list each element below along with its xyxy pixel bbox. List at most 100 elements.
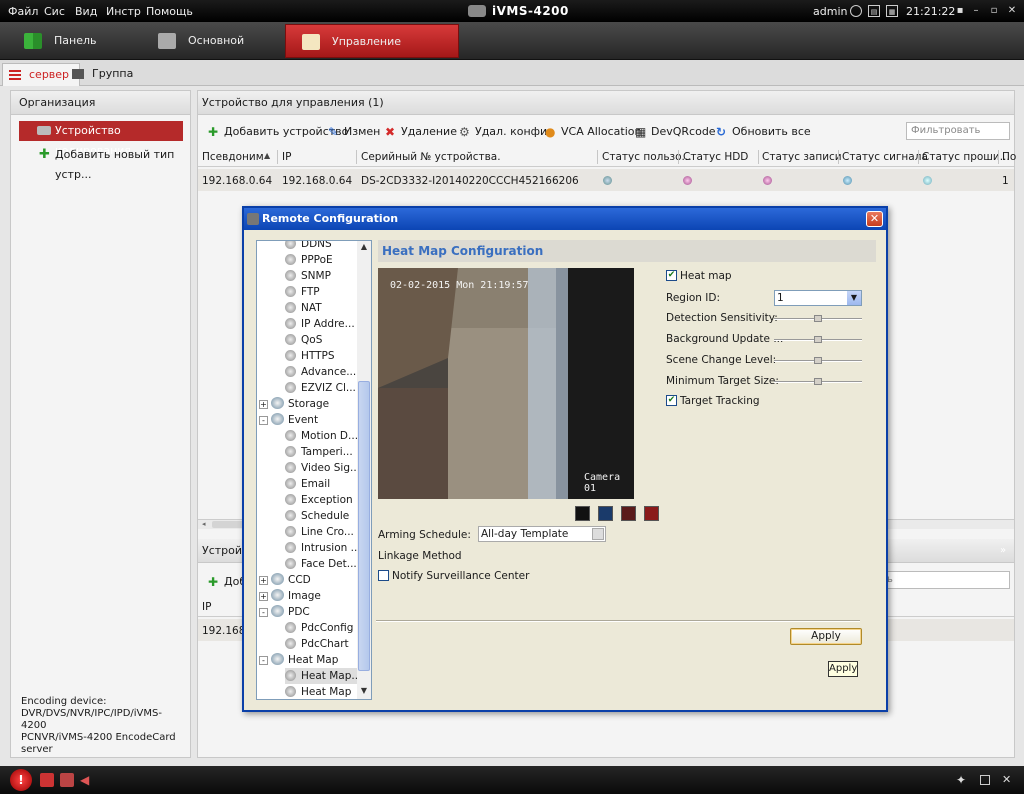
tree-scroll-thumb[interactable] — [358, 381, 370, 671]
expand-icon[interactable]: + — [259, 576, 268, 585]
collapse-icon[interactable]: - — [259, 656, 268, 665]
chevron-down-icon[interactable]: ▼ — [847, 291, 861, 305]
delete-button[interactable]: ✖ Удаление — [385, 124, 457, 140]
tab-group[interactable]: Группа — [66, 63, 143, 86]
min-target-size-slider[interactable] — [774, 378, 862, 385]
menu-view[interactable]: Вид — [75, 5, 97, 18]
scene-change-slider[interactable] — [774, 357, 862, 364]
tree-item[interactable]: NAT — [285, 300, 322, 316]
dev-qrcode-button[interactable]: ▦ DevQRcode — [635, 124, 716, 140]
slider-handle[interactable] — [814, 336, 822, 343]
notify-center-checkbox[interactable] — [378, 570, 389, 581]
close-app-icon[interactable]: ✕ — [1006, 5, 1018, 17]
vca-allocation-button[interactable]: ● VCA Allocation — [545, 124, 641, 140]
tree-item[interactable]: PdcConfig — [285, 620, 353, 636]
col-firmware-status[interactable]: Статус проши... — [922, 151, 1010, 163]
tree-item[interactable]: Advance... — [285, 364, 356, 380]
menu-system[interactable]: Сис — [44, 5, 65, 18]
delete-area-icon[interactable] — [644, 506, 659, 521]
fullscreen-icon[interactable]: ✕ — [1002, 773, 1016, 787]
tree-item[interactable]: IP Addre... — [285, 316, 355, 332]
tree-item[interactable]: PPPoE — [285, 252, 333, 268]
col-record-status[interactable]: Статус записи — [762, 151, 842, 163]
tree-item[interactable]: DDNS — [285, 241, 332, 252]
tree-item[interactable]: Heat Map — [285, 684, 351, 699]
tree-item[interactable]: - Event — [259, 412, 318, 428]
tree-item[interactable]: + Storage — [259, 396, 329, 412]
tree-item[interactable]: Motion D... — [285, 428, 358, 444]
tree-item[interactable]: Face Det... — [285, 556, 357, 572]
tab-main-view[interactable]: Основной ракурс — [136, 24, 282, 81]
col-signal-status[interactable]: Статус сигнала — [842, 151, 928, 163]
region-id-select[interactable]: 1 ▼ — [774, 290, 862, 306]
heat-map-checkbox[interactable]: ✔ — [666, 270, 677, 281]
lower-col-ip[interactable]: IP — [202, 601, 211, 613]
collapse-icon[interactable]: - — [259, 416, 268, 425]
remote-config-button[interactable]: ⚙ Удал. конфиг — [459, 124, 553, 140]
tree-scrollbar[interactable]: ▲ ▼ — [357, 241, 371, 699]
expand-icon[interactable]: + — [259, 400, 268, 409]
restore-icon[interactable]: ▫ — [988, 5, 1000, 17]
speaker-mute-icon[interactable]: ◀ — [80, 773, 94, 787]
tree-item[interactable]: HTTPS — [285, 348, 335, 364]
detection-sensitivity-slider[interactable] — [774, 315, 862, 322]
tree-item[interactable]: Schedule — [285, 508, 349, 524]
close-icon[interactable]: ✕ — [866, 211, 883, 227]
window-icon[interactable] — [980, 775, 990, 785]
collapse-icon[interactable]: - — [259, 608, 268, 617]
menu-tools[interactable]: Инстр — [106, 5, 141, 18]
col-extra[interactable]: По — [1002, 151, 1016, 163]
tree-item[interactable]: Tamperi... — [285, 444, 353, 460]
slider-handle[interactable] — [814, 378, 822, 385]
select-icon[interactable] — [598, 506, 613, 521]
col-hdd-status[interactable]: Статус HDD — [683, 151, 748, 163]
alarm-sound-icon[interactable] — [40, 773, 54, 787]
col-alias[interactable]: Псевдоним — [202, 151, 264, 163]
tab-control-panel[interactable]: Панель управл — [2, 24, 132, 81]
background-update-slider[interactable] — [774, 336, 862, 343]
apply-button[interactable]: Apply — [790, 628, 862, 645]
tree-item[interactable]: Line Cro... — [285, 524, 354, 540]
tree-item[interactable]: Heat Map... — [285, 668, 361, 684]
tree-item[interactable]: - PDC — [259, 604, 310, 620]
tab-device-management[interactable]: Управление устройством — [285, 24, 459, 82]
draw-area-icon[interactable] — [575, 506, 590, 521]
tree-item[interactable]: Video Sig... — [285, 460, 360, 476]
scroll-down-icon[interactable]: ▼ — [358, 685, 370, 697]
dropdown-icon[interactable] — [592, 528, 604, 540]
lower-filter-input[interactable]: ать — [870, 571, 1010, 589]
tree-item[interactable]: Email — [285, 476, 330, 492]
tree-item[interactable]: QoS — [285, 332, 322, 348]
tree-item[interactable]: Intrusion ... — [285, 540, 361, 556]
menu-help[interactable]: Помощь — [146, 5, 193, 18]
video-preview[interactable]: 02-02-2015 Mon 21:19:57 Camera 01 — [378, 268, 634, 499]
expand-icon[interactable]: + — [259, 592, 268, 601]
current-user[interactable]: admin — [813, 5, 847, 18]
sort-asc-icon[interactable]: ▲ — [264, 151, 270, 160]
pin-icon[interactable]: ✦ — [956, 773, 970, 787]
dialog-title-bar[interactable]: Remote Configuration — [244, 208, 886, 230]
device-filter-input[interactable]: Фильтровать — [906, 122, 1010, 140]
lock-icon[interactable]: ▪ — [954, 5, 966, 17]
target-tracking-checkbox[interactable]: ✔ — [666, 395, 677, 406]
arming-schedule-select[interactable]: All-day Template — [478, 526, 606, 542]
alarm-icon[interactable]: ! — [10, 769, 32, 791]
tree-item[interactable]: PdcChart — [285, 636, 349, 652]
add-device-type-item[interactable]: ✚ Добавить новый тип устр... — [19, 145, 183, 181]
scroll-up-icon[interactable]: ▲ — [358, 241, 370, 253]
tree-item[interactable]: FTP — [285, 284, 320, 300]
slider-handle[interactable] — [814, 357, 822, 364]
col-serial[interactable]: Серийный № устройства. — [361, 151, 501, 163]
tree-item[interactable]: Exception — [285, 492, 353, 508]
menu-file[interactable]: Файл — [8, 5, 38, 18]
edit-button[interactable]: ✎ Измен — [328, 124, 380, 140]
refresh-all-button[interactable]: ↻ Обновить все — [716, 124, 811, 140]
table-row[interactable]: 192.168.0.64 192.168.0.64 DS-2CD3332-I20… — [198, 169, 1014, 191]
slider-handle[interactable] — [814, 315, 822, 322]
alarm-event-icon[interactable] — [60, 773, 74, 787]
tree-item[interactable]: + Image — [259, 588, 321, 604]
tree-item[interactable]: EZVIZ Cl... — [285, 380, 356, 396]
tree-item[interactable]: - Heat Map — [259, 652, 338, 668]
keyboard-icon[interactable]: ▦ — [886, 5, 898, 17]
clear-area-icon[interactable] — [621, 506, 636, 521]
